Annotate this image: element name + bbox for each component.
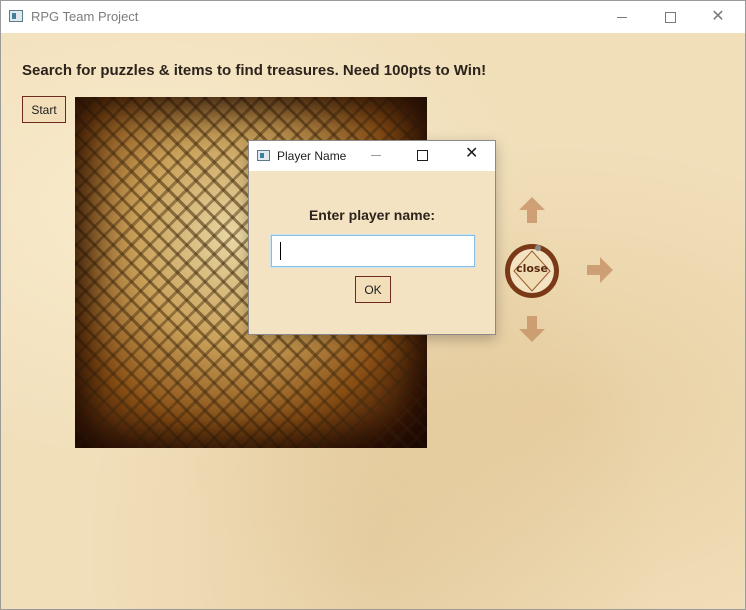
maximize-icon <box>664 11 676 23</box>
move-right-button[interactable] <box>585 255 615 285</box>
dialog-minimize-icon[interactable] <box>371 155 381 156</box>
app-window-icon <box>9 10 23 22</box>
dialog-maximize-icon[interactable] <box>417 150 428 161</box>
player-name-input[interactable] <box>271 235 475 267</box>
dialog-title: Player Name <box>277 149 347 163</box>
arrow-down-icon <box>519 316 545 342</box>
move-down-button[interactable] <box>517 314 547 344</box>
move-up-button[interactable] <box>517 195 547 225</box>
instructions-text: Search for puzzles & items to find treas… <box>22 62 487 79</box>
start-button[interactable]: Start <box>22 96 66 123</box>
text-caret <box>280 242 281 260</box>
arrow-right-icon <box>587 257 613 283</box>
dialog-prompt: Enter player name: <box>308 207 436 223</box>
dialog-title-bar[interactable]: Player Name ✕ <box>249 141 495 171</box>
player-name-dialog: Player Name ✕ Enter player name: OK <box>248 140 496 335</box>
close-label: close <box>516 262 548 275</box>
dialog-app-icon <box>257 150 270 161</box>
minimize-button[interactable] <box>599 1 645 33</box>
close-game-button[interactable]: close <box>503 242 561 300</box>
ok-button[interactable]: OK <box>355 276 391 303</box>
dialog-close-icon[interactable]: ✕ <box>465 146 478 162</box>
close-window-button[interactable]: ✕ <box>695 1 741 33</box>
maximize-button[interactable] <box>647 1 693 33</box>
arrow-up-icon <box>519 197 545 223</box>
close-icon: ✕ <box>711 8 725 25</box>
app-window: RPG Team Project ✕ Search for puzzles & … <box>0 0 746 610</box>
title-bar[interactable]: RPG Team Project ✕ <box>1 1 745 33</box>
minimize-icon <box>617 16 627 18</box>
window-title: RPG Team Project <box>31 9 139 24</box>
